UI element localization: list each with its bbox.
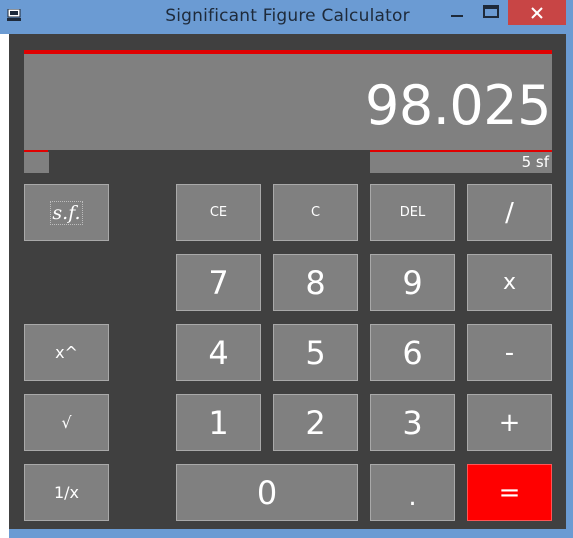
minimize-button[interactable] (440, 0, 474, 24)
digit-6-button[interactable]: 6 (370, 324, 455, 381)
reciprocal-button[interactable]: 1/x (24, 464, 109, 521)
delete-button[interactable]: DEL (370, 184, 455, 241)
background-window-edge (0, 34, 9, 538)
add-button[interactable]: + (467, 394, 552, 451)
display-accent-bar (24, 50, 552, 54)
title-bar[interactable]: Significant Figure Calculator (0, 0, 573, 34)
close-button[interactable] (508, 0, 566, 25)
multiply-button[interactable]: x (467, 254, 552, 311)
subtract-button[interactable]: - (467, 324, 552, 381)
sig-fig-button[interactable]: s.f. (24, 184, 109, 241)
digit-0-button[interactable]: 0 (176, 464, 358, 521)
maximize-icon (483, 5, 499, 18)
power-button[interactable]: x^ (24, 324, 109, 381)
decimal-button[interactable]: . (370, 464, 455, 521)
clear-button[interactable]: C (273, 184, 358, 241)
equals-button[interactable]: = (467, 464, 552, 521)
digit-8-button[interactable]: 8 (273, 254, 358, 311)
digit-1-button[interactable]: 1 (176, 394, 261, 451)
digit-4-button[interactable]: 4 (176, 324, 261, 381)
close-icon (531, 6, 543, 19)
clear-entry-button[interactable]: CE (176, 184, 261, 241)
result-value: 98.025 (365, 74, 551, 137)
window-bottom-border (9, 529, 566, 538)
divide-button[interactable]: / (467, 184, 552, 241)
digit-2-button[interactable]: 2 (273, 394, 358, 451)
digit-3-button[interactable]: 3 (370, 394, 455, 451)
digit-5-button[interactable]: 5 (273, 324, 358, 381)
sqrt-button[interactable]: √ (24, 394, 109, 451)
maximize-button[interactable] (474, 0, 508, 24)
minimize-icon (451, 15, 463, 17)
sig-fig-button-label: s.f. (50, 200, 83, 225)
digit-9-button[interactable]: 9 (370, 254, 455, 311)
memory-indicator (24, 152, 49, 173)
sig-fig-indicator: 5 sf (370, 152, 552, 173)
digit-7-button[interactable]: 7 (176, 254, 261, 311)
